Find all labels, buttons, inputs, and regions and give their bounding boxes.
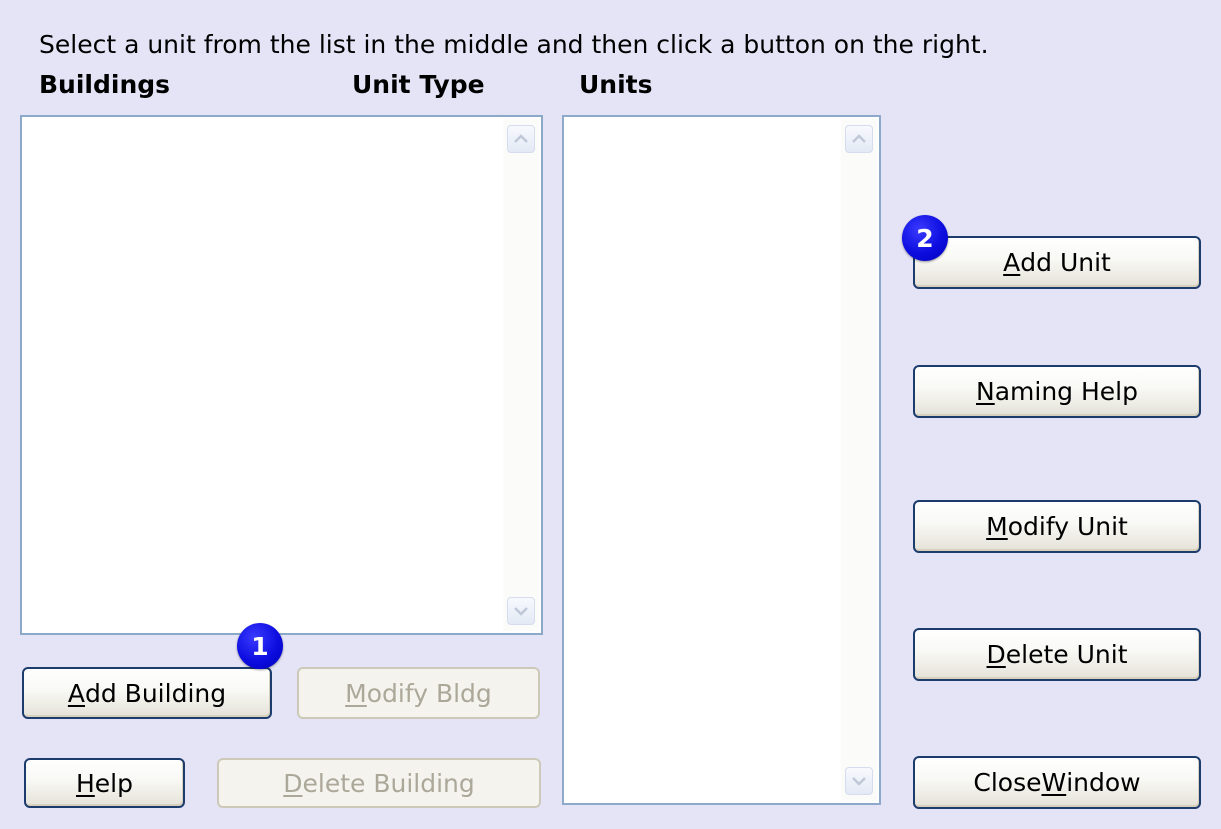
delete-building-label-post: elete Building (302, 768, 475, 798)
units-listbox[interactable] (562, 115, 881, 805)
add-building-button[interactable]: Add Building (22, 667, 272, 719)
buildings-listbox[interactable] (20, 115, 543, 635)
chevron-down-icon (514, 607, 528, 616)
add-unit-button[interactable]: Add Unit (913, 236, 1201, 289)
add-building-mnemonic: A (67, 678, 85, 708)
step-2-badge: 2 (902, 215, 948, 261)
buildings-header: Buildings (39, 70, 171, 99)
add-unit-mnemonic: A (1003, 248, 1021, 277)
instruction-text: Select a unit from the list in the middl… (39, 30, 989, 59)
modify-bldg-button[interactable]: Modify Bldg (297, 667, 540, 719)
modify-bldg-mnemonic: M (345, 678, 367, 708)
unit-type-header: Unit Type (352, 70, 485, 99)
close-window-label-pre: Close (973, 768, 1042, 797)
units-scrollbar[interactable] (841, 119, 877, 801)
delete-unit-button[interactable]: Delete Unit (913, 628, 1201, 681)
help-label-post: elp (94, 768, 133, 798)
buildings-scrollbar[interactable] (503, 119, 539, 631)
close-window-button[interactable]: Close Window (913, 756, 1201, 809)
units-scroll-down-button[interactable] (845, 767, 873, 795)
units-header: Units (579, 70, 653, 99)
modify-unit-mnemonic: M (986, 512, 1008, 541)
help-mnemonic: H (75, 768, 95, 798)
chevron-up-icon (514, 134, 528, 143)
close-window-label-post: indow (1066, 768, 1141, 797)
add-unit-label-post: dd Unit (1020, 248, 1111, 277)
modify-bldg-label-post: odify Bldg (366, 678, 492, 708)
help-button[interactable]: Help (24, 758, 185, 808)
naming-help-button[interactable]: Naming Help (913, 365, 1201, 418)
naming-help-mnemonic: N (976, 377, 995, 406)
buildings-scroll-down-button[interactable] (507, 597, 535, 625)
naming-help-label-post: aming Help (994, 377, 1138, 406)
close-window-mnemonic: W (1041, 768, 1067, 797)
modify-unit-label-post: odify Unit (1007, 512, 1128, 541)
step-1-badge: 1 (237, 623, 283, 669)
delete-unit-label-post: elete Unit (1005, 640, 1128, 669)
add-building-label-post: dd Building (85, 678, 227, 708)
delete-building-button[interactable]: Delete Building (217, 758, 541, 808)
modify-unit-button[interactable]: Modify Unit (913, 500, 1201, 553)
buildings-scroll-up-button[interactable] (507, 125, 535, 153)
units-scroll-up-button[interactable] (845, 125, 873, 153)
delete-unit-mnemonic: D (986, 640, 1006, 669)
delete-building-mnemonic: D (283, 768, 303, 798)
chevron-up-icon (852, 134, 866, 143)
chevron-down-icon (852, 777, 866, 786)
